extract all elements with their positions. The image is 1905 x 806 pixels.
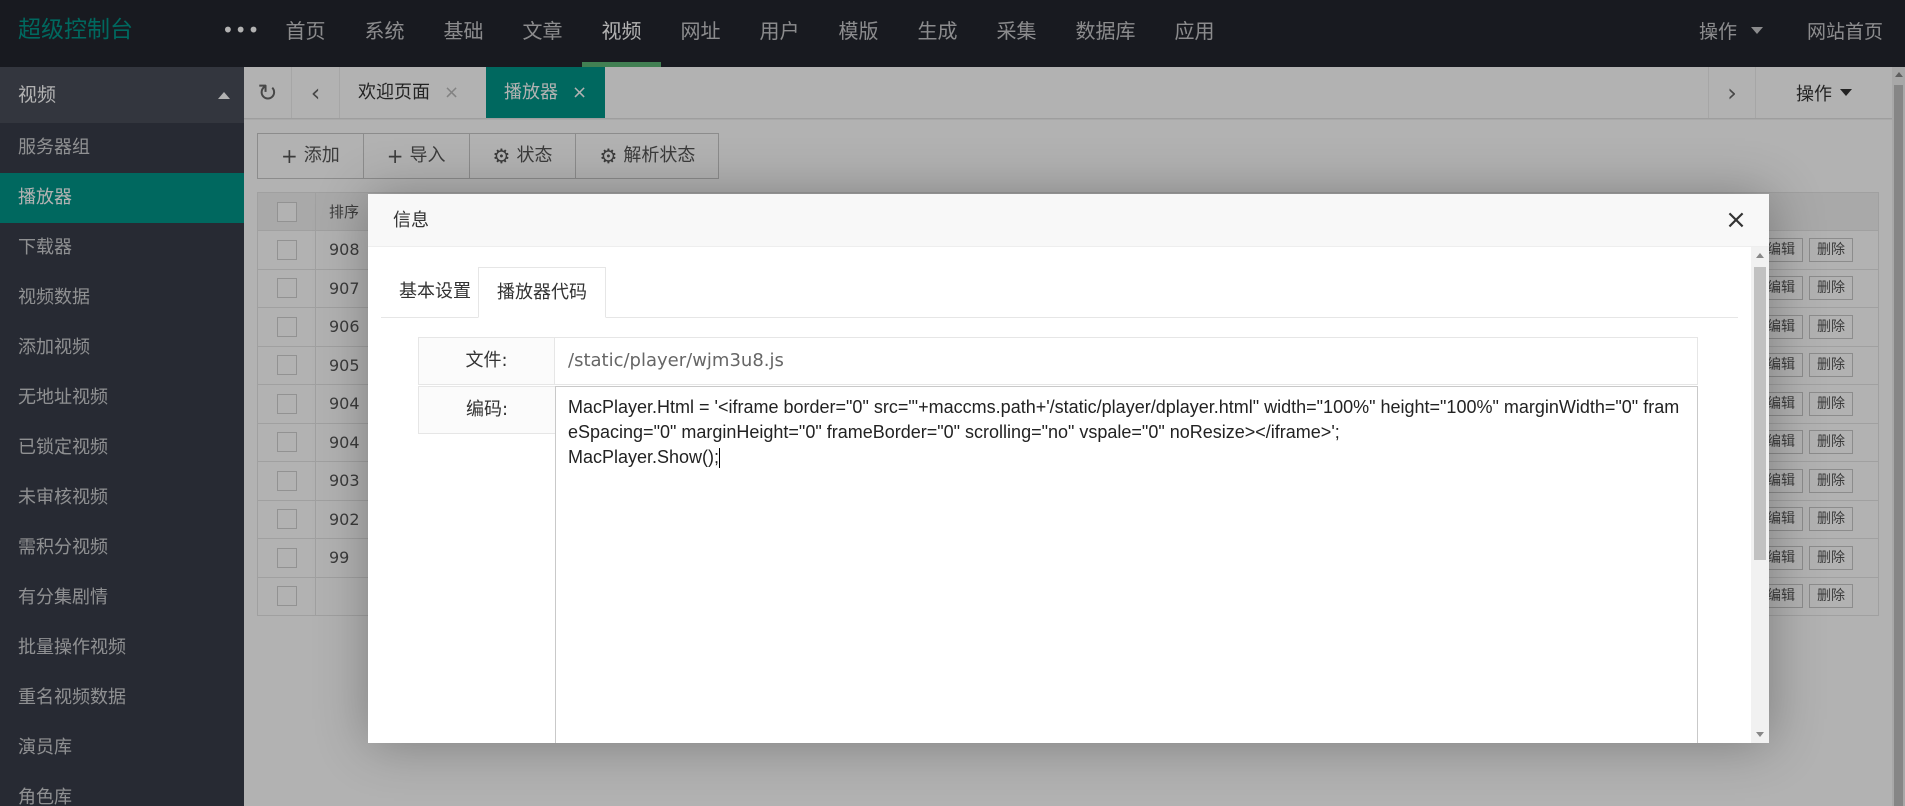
modal-title: 信息 — [368, 194, 1769, 247]
tab-basic-settings[interactable]: 基本设置 — [381, 267, 489, 318]
modal-body: 基本设置 播放器代码 文件: /static/player/wjm3u8.js … — [368, 247, 1769, 743]
file-input[interactable]: /static/player/wjm3u8.js — [555, 337, 1698, 385]
code-row: 编码: MacPlayer.Html = '<iframe border="0"… — [418, 386, 1698, 743]
info-modal: 信息 × 基本设置 播放器代码 文件: /static/player/wjm3u… — [368, 194, 1769, 743]
file-row: 文件: /static/player/wjm3u8.js — [418, 337, 1698, 385]
code-field-wrap: MacPlayer.Html = '<iframe border="0" src… — [555, 386, 1698, 743]
code-label: 编码: — [418, 386, 555, 434]
scroll-down-arrow-icon[interactable] — [1756, 732, 1764, 737]
scrollbar-thumb[interactable] — [1754, 267, 1766, 560]
code-text: MacPlayer.Html = '<iframe border="0" src… — [568, 397, 1680, 467]
tab-player-code[interactable]: 播放器代码 — [478, 267, 606, 318]
scroll-up-arrow-icon[interactable] — [1756, 253, 1764, 258]
file-label: 文件: — [418, 337, 555, 385]
code-textarea[interactable]: MacPlayer.Html = '<iframe border="0" src… — [555, 386, 1698, 743]
modal-tabs: 基本设置 播放器代码 — [381, 267, 1738, 318]
text-caret — [719, 448, 721, 469]
close-icon[interactable]: × — [1723, 207, 1749, 233]
modal-scrollbar[interactable] — [1751, 247, 1769, 743]
